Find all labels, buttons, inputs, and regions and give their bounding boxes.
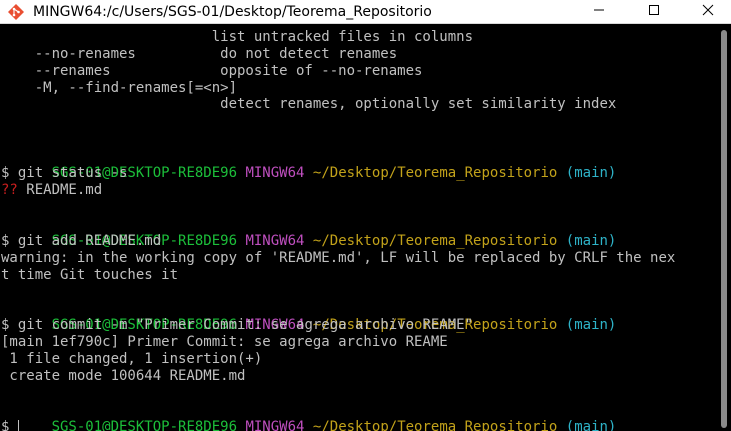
command-line: $ git commit -m "Primer Commit: se agreg…: [1, 317, 473, 334]
help-line: -M, --find-renames[=<n>]: [1, 80, 238, 96]
maximize-icon: [648, 3, 660, 21]
prompt-symbol: $: [1, 419, 10, 431]
output-line: warning: in the working copy of 'README.…: [1, 250, 676, 266]
prompt-path: ~/Desktop/Teorema_Repositorio: [312, 165, 558, 181]
prompt-branch: (main): [565, 317, 617, 333]
scrollbar-thumb[interactable]: [721, 30, 727, 428]
untracked-marker: ??: [1, 182, 18, 198]
prompt-system: MINGW64: [245, 233, 305, 249]
output-line: 1 file changed, 1 insertion(+): [1, 351, 263, 367]
prompt-line: SGS-01@DESKTOP-RE8DE96 MINGW64 ~/Desktop…: [1, 402, 617, 431]
output-line: ?? README.md: [1, 182, 102, 199]
command-text: git add README.md: [17, 233, 162, 249]
prompt-symbol: $: [1, 317, 10, 333]
terminal-output[interactable]: list untracked files in columns --no-ren…: [0, 24, 717, 431]
text-cursor: [17, 420, 19, 431]
prompt-system: MINGW64: [245, 165, 305, 181]
prompt-symbol: $: [1, 233, 10, 249]
help-line: --no-renames do not detect renames: [1, 46, 398, 62]
output-line: t time Git touches it: [1, 267, 179, 283]
help-line: detect renames, optionally set similarit…: [1, 96, 617, 112]
prompt-line: SGS-01@DESKTOP-RE8DE96 MINGW64 ~/Desktop…: [1, 300, 617, 333]
prompt-path: ~/Desktop/Teorema_Repositorio: [312, 233, 558, 249]
minimize-icon: [593, 3, 605, 21]
prompt-system: MINGW64: [245, 419, 305, 431]
prompt-branch: (main): [565, 419, 617, 431]
prompt-symbol: $: [1, 165, 10, 181]
output-line: [main 1ef790c] Primer Commit: se agrega …: [1, 334, 448, 350]
prompt-line: SGS-01@DESKTOP-RE8DE96 MINGW64 ~/Desktop…: [1, 148, 617, 181]
prompt-line: SGS-01@DESKTOP-RE8DE96 MINGW64 ~/Desktop…: [1, 216, 617, 249]
title-bar[interactable]: MINGW64:/c/Users/SGS-01/Desktop/Teorema_…: [0, 0, 731, 24]
help-line: --renames opposite of --no-renames: [1, 63, 423, 79]
input-line[interactable]: $: [1, 419, 19, 431]
vertical-scrollbar[interactable]: [717, 24, 731, 431]
output-text: README.md: [17, 182, 103, 198]
command-line: $ git status -s: [1, 165, 127, 182]
prompt-path: ~/Desktop/Teorema_Repositorio: [312, 419, 558, 431]
prompt-branch: (main): [565, 233, 617, 249]
output-line: create mode 100644 README.md: [1, 368, 246, 384]
command-line: $ git add README.md: [1, 233, 161, 250]
prompt-user-host: SGS-01@DESKTOP-RE8DE96: [51, 419, 238, 431]
minimize-button[interactable]: [576, 0, 622, 23]
close-button[interactable]: [685, 0, 731, 23]
command-text: git commit -m "Primer Commit: se agrega …: [17, 317, 474, 333]
prompt-branch: (main): [565, 165, 617, 181]
help-line: list untracked files in columns: [1, 29, 474, 45]
window-title: MINGW64:/c/Users/SGS-01/Desktop/Teorema_…: [33, 4, 432, 20]
git-bash-icon: [7, 3, 25, 21]
close-icon: [702, 3, 714, 21]
git-bash-window: MINGW64:/c/Users/SGS-01/Desktop/Teorema_…: [0, 0, 731, 431]
maximize-button[interactable]: [631, 0, 677, 23]
command-text: git status -s: [17, 165, 128, 181]
